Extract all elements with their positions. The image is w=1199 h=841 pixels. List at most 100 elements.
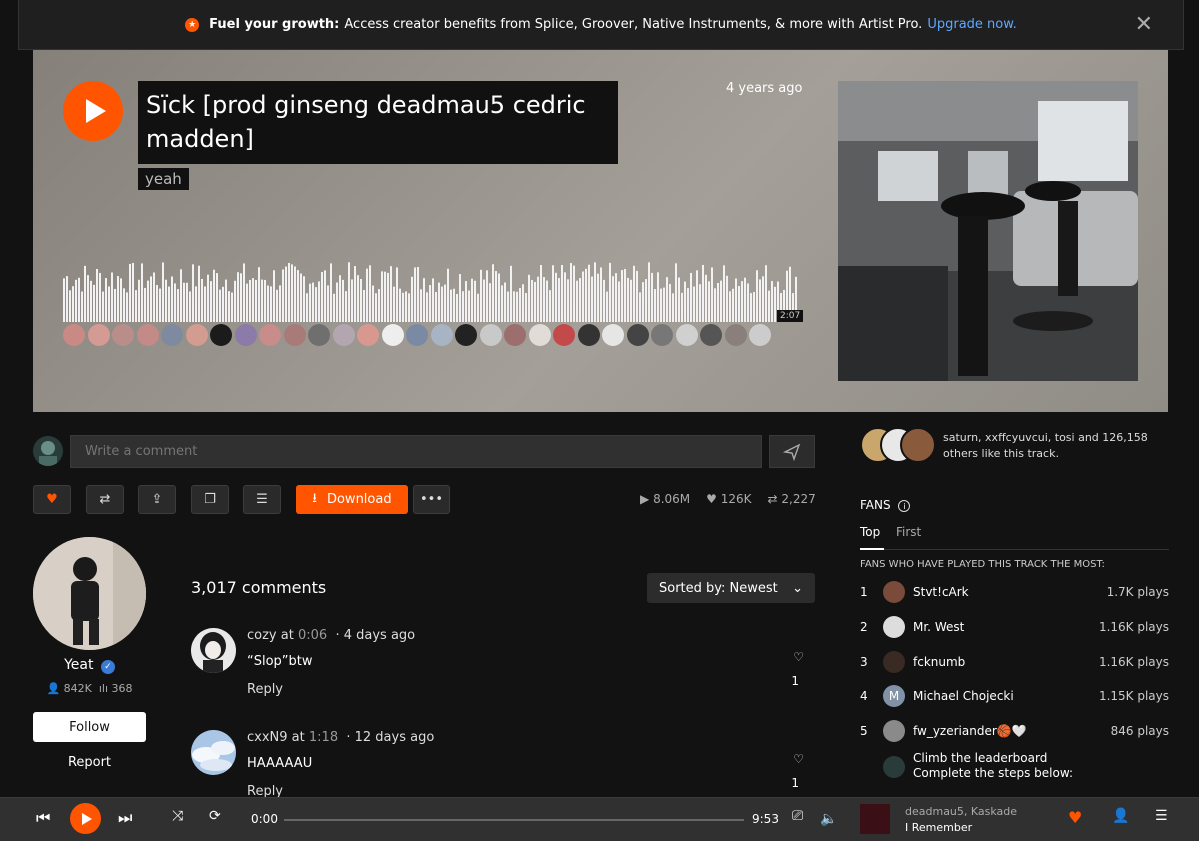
fan-name[interactable]: Mr. West [913, 620, 964, 634]
timed-comment-avatar[interactable] [455, 324, 477, 346]
comment-user[interactable]: cxxN9 [247, 730, 288, 745]
upgrade-link[interactable]: Upgrade now. [927, 17, 1016, 32]
fan-row[interactable]: 4 M Michael Chojecki 1.15K plays [860, 685, 1169, 707]
timed-comment-avatar[interactable] [553, 324, 575, 346]
timed-comment-avatar[interactable] [479, 324, 502, 346]
fan-name[interactable]: Michael Chojecki [913, 689, 1014, 703]
waveform-bar [765, 265, 767, 322]
duration: 9:53 [752, 812, 779, 826]
liker-avatar[interactable] [900, 427, 936, 463]
follow-button[interactable]: Follow [33, 712, 146, 742]
likers-avatars[interactable] [860, 427, 940, 465]
send-button[interactable] [769, 435, 815, 468]
timed-comment-avatar[interactable] [406, 324, 428, 346]
fan-name[interactable]: fw_yzeriander🏀🤍 [913, 724, 1027, 738]
timed-comment-avatar[interactable] [381, 324, 404, 346]
timed-comment-avatar[interactable] [112, 324, 134, 346]
info-icon[interactable]: i [898, 500, 911, 512]
waveform-bar [291, 264, 293, 322]
fan-row[interactable]: 1 Stvt!cArk 1.7K plays [860, 581, 1169, 603]
now-playing-title[interactable]: I Remember [905, 821, 972, 834]
timed-comment-avatar[interactable] [651, 324, 673, 346]
timed-comment-avatar[interactable] [675, 324, 698, 346]
followers-count[interactable]: 842K [64, 682, 92, 695]
volume-icon[interactable]: 🔈 [820, 811, 837, 827]
progress-bar[interactable] [284, 819, 744, 821]
timed-comment-avatar[interactable] [602, 324, 624, 346]
close-icon[interactable]: ✕ [1135, 12, 1153, 37]
like-button[interactable]: ♥ [33, 485, 71, 514]
comment-avatar[interactable] [191, 730, 236, 775]
likes-summary[interactable]: saturn, xxffcyuvcui, tosi and 126,158 ot… [943, 430, 1168, 462]
comment-input[interactable] [70, 435, 762, 468]
more-button[interactable]: ••• [413, 485, 450, 514]
comment-like-icon[interactable]: ♡ [793, 752, 804, 766]
previous-icon[interactable]: ⏮ [36, 808, 50, 828]
timed-comment-avatar[interactable] [626, 324, 649, 346]
download-button[interactable]: ⭳ Download [296, 485, 408, 514]
timed-comment-avatar[interactable] [504, 324, 526, 346]
waveform-bar [336, 282, 338, 322]
waveform-bar [366, 268, 368, 322]
report-link[interactable]: Report [33, 755, 146, 770]
timed-comment-avatar[interactable] [87, 324, 110, 346]
timed-comment-avatar[interactable] [528, 324, 551, 346]
now-playing-artist[interactable]: deadmau5, Kaskade [905, 805, 1017, 818]
timed-comment-avatar[interactable] [259, 324, 281, 346]
comment-timestamp[interactable]: 1:18 [309, 730, 338, 745]
fan-row[interactable]: 3 fcknumb 1.16K plays [860, 651, 1169, 673]
uploader-name[interactable]: Yeat ✓ [33, 657, 146, 674]
player-play-button[interactable] [70, 803, 101, 834]
waveform-bar [603, 279, 605, 322]
timed-comment-avatar[interactable] [308, 324, 330, 346]
comment-like-icon[interactable]: ♡ [793, 650, 804, 664]
timed-comment-avatar[interactable] [136, 324, 159, 346]
timed-comment-avatar[interactable] [283, 324, 306, 346]
waveform-bar [456, 293, 458, 322]
comment-timestamp[interactable]: 0:06 [298, 628, 327, 643]
add-to-playlist-button[interactable]: ☰ [243, 485, 281, 514]
uploader-avatar[interactable] [33, 537, 146, 650]
timed-comment-avatar[interactable] [724, 324, 747, 346]
timed-comment-avatar[interactable] [700, 324, 722, 346]
repost-button[interactable]: ⇄ [86, 485, 124, 514]
shuffle-icon[interactable]: ⤨ [172, 808, 183, 824]
timed-comment-avatar[interactable] [210, 324, 232, 346]
repeat-icon[interactable]: ⟳ [209, 808, 221, 824]
reply-button[interactable]: Reply [247, 682, 283, 697]
share-button[interactable]: ⇪ [138, 485, 176, 514]
follow-user-icon[interactable]: 👤 [1112, 808, 1129, 824]
play-button[interactable] [63, 81, 123, 141]
next-icon[interactable]: ⏭ [118, 808, 132, 828]
timed-comment-avatar[interactable] [185, 324, 208, 346]
tracks-count[interactable]: 368 [112, 682, 133, 695]
timed-comment-avatar[interactable] [430, 324, 453, 346]
waveform[interactable] [63, 260, 798, 325]
waveform-bar [675, 263, 677, 322]
track-artist[interactable]: yeah [138, 168, 189, 190]
tab-top[interactable]: Top [860, 525, 884, 550]
timed-comment-avatar[interactable] [749, 324, 771, 346]
waveform-bar [321, 272, 323, 322]
queue-icon[interactable]: ☰ [1155, 808, 1168, 824]
sort-dropdown[interactable]: Sorted by: Newest ⌄ [647, 573, 815, 603]
timed-comment-avatar[interactable] [63, 324, 85, 346]
fan-row[interactable]: 2 Mr. West 1.16K plays [860, 616, 1169, 638]
reply-button[interactable]: Reply [247, 784, 283, 797]
fan-row[interactable]: 5 fw_yzeriander🏀🤍 846 plays [860, 720, 1169, 742]
fan-name[interactable]: fcknumb [913, 655, 965, 669]
timed-comment-avatar[interactable] [577, 324, 600, 346]
timed-comment-avatar[interactable] [332, 324, 355, 346]
like-icon[interactable]: ♥ [1068, 808, 1082, 827]
timed-comment-avatar[interactable] [161, 324, 183, 346]
timed-comment-avatar[interactable] [357, 324, 379, 346]
comment-avatar[interactable] [191, 628, 236, 673]
tab-first[interactable]: First [896, 525, 921, 550]
cast-icon[interactable]: ⎚ [792, 808, 803, 824]
now-playing-art[interactable] [860, 804, 890, 834]
comment-user[interactable]: cozy [247, 628, 277, 643]
fan-name[interactable]: Stvt!cArk [913, 585, 969, 599]
timed-comment-avatar[interactable] [234, 324, 257, 346]
waveform-bar [573, 265, 575, 322]
copy-link-button[interactable]: ❐ [191, 485, 229, 514]
